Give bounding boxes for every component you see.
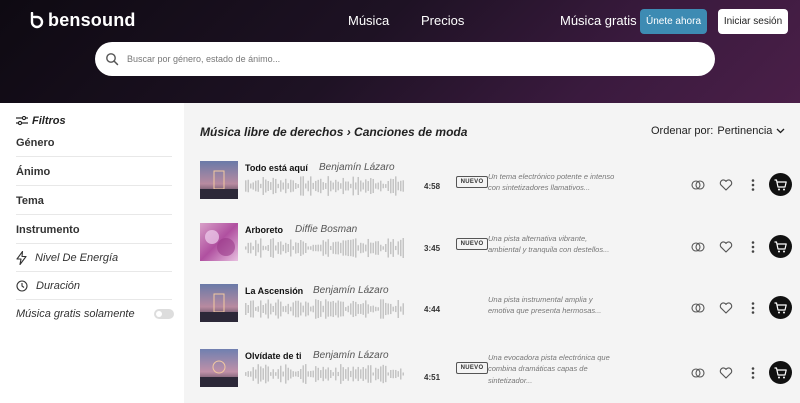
free-only-label: Música gratis solamente	[16, 308, 135, 320]
track-artist[interactable]: Benjamín Lázaro	[313, 285, 389, 296]
similar-icon[interactable]	[691, 178, 705, 192]
waveform[interactable]	[245, 298, 405, 320]
filter-sidebar: Filtros Género Ánimo Tema Instrumento Ni…	[0, 103, 184, 403]
search-input[interactable]	[127, 54, 687, 64]
similar-icon[interactable]	[691, 366, 705, 380]
chevron-down-icon	[776, 128, 785, 134]
nav-pricing[interactable]: Precios	[421, 13, 464, 28]
filters-heading[interactable]: Filtros	[16, 115, 66, 127]
heart-icon[interactable]	[719, 366, 733, 380]
similar-icon[interactable]	[691, 301, 705, 315]
track-description: Un tema electrónico potente e intenso con…	[488, 172, 615, 193]
filters-label: Filtros	[32, 115, 66, 127]
track-duration: 4:58	[424, 182, 441, 191]
new-badge: NUEVO	[456, 176, 488, 188]
waveform[interactable]	[245, 175, 405, 197]
free-only-toggle[interactable]	[154, 309, 174, 319]
site-header: bensound Música Precios Música gratis Ún…	[0, 0, 800, 103]
track-row[interactable]: Todo está aquí Benjamín Lázaro 4:58 NUEV…	[200, 155, 796, 211]
track-duration: 4:44	[424, 305, 441, 314]
sort-label: Ordenar por:	[651, 125, 714, 137]
track-duration: 4:51	[424, 373, 441, 382]
lightning-icon	[16, 250, 27, 265]
heart-icon[interactable]	[719, 178, 733, 192]
new-badge: NUEVO	[456, 362, 488, 374]
sort-dropdown[interactable]: Ordenar por: Pertinencia	[651, 125, 785, 137]
cart-icon	[774, 240, 787, 252]
filters-icon	[16, 116, 28, 126]
add-to-cart-button[interactable]	[769, 361, 792, 384]
cart-icon	[774, 366, 787, 378]
add-to-cart-button[interactable]	[769, 173, 792, 196]
search-icon	[106, 53, 119, 66]
track-cover[interactable]	[200, 223, 238, 261]
join-button[interactable]: Únete ahora	[640, 9, 707, 34]
track-artist[interactable]: Diffie Bosman	[295, 224, 357, 235]
new-badge: NUEVO	[456, 238, 488, 250]
filter-theme[interactable]: Tema	[16, 187, 172, 215]
track-title[interactable]: La Ascensión	[245, 286, 303, 296]
cart-icon	[774, 178, 787, 190]
heart-icon[interactable]	[719, 240, 733, 254]
track-cover[interactable]	[200, 349, 238, 387]
more-options-icon[interactable]	[746, 178, 760, 192]
brand-name: bensound	[48, 10, 136, 30]
search-bar[interactable]	[95, 42, 715, 76]
filter-duration-label: Duración	[36, 279, 81, 292]
add-to-cart-button[interactable]	[769, 235, 792, 258]
filter-genre[interactable]: Género	[16, 129, 172, 157]
waveform[interactable]	[245, 363, 405, 385]
track-artist[interactable]: Benjamín Lázaro	[319, 162, 395, 173]
filter-duration[interactable]: Duración	[16, 272, 172, 300]
sort-value: Pertinencia	[717, 125, 773, 137]
main-content: Música libre de derechos › Canciones de …	[184, 103, 800, 403]
nav-music[interactable]: Música	[348, 13, 389, 28]
track-title[interactable]: Todo está aquí	[245, 163, 308, 173]
track-description: Una evocadora pista electrónica que combi…	[488, 353, 610, 385]
track-cover[interactable]	[200, 284, 238, 322]
similar-icon[interactable]	[691, 240, 705, 254]
track-description: Una pista instrumental amplia y emotiva q…	[488, 295, 602, 316]
clock-icon	[16, 279, 28, 292]
track-row[interactable]: Olvídate de ti Benjamín Lázaro 4:51 NUEV…	[200, 343, 796, 399]
login-button[interactable]: Iniciar sesión	[718, 9, 788, 34]
cart-icon	[774, 301, 787, 313]
add-to-cart-button[interactable]	[769, 296, 792, 319]
track-duration: 3:45	[424, 244, 441, 253]
breadcrumb: Música libre de derechos › Canciones de …	[200, 125, 468, 139]
track-cover[interactable]	[200, 161, 238, 199]
nav-free-music[interactable]: Música gratis	[560, 13, 637, 28]
waveform[interactable]	[245, 237, 405, 259]
bensound-logo-icon	[28, 11, 44, 30]
free-only-row: Música gratis solamente	[16, 300, 174, 328]
track-row[interactable]: La Ascensión Benjamín Lázaro 4:44 Una pi…	[200, 278, 796, 334]
more-options-icon[interactable]	[746, 366, 760, 380]
filter-energy-label: Nivel De Energía	[35, 251, 119, 264]
heart-icon[interactable]	[719, 301, 733, 315]
brand-logo[interactable]: bensound	[28, 10, 136, 31]
more-options-icon[interactable]	[746, 240, 760, 254]
track-title[interactable]: Arboreto	[245, 225, 283, 235]
track-row[interactable]: Arboreto Diffie Bosman 3:45 NUEVO Una pi…	[200, 217, 796, 273]
track-artist[interactable]: Benjamín Lázaro	[313, 350, 389, 361]
track-description: Una pista alternativa vibrante, ambiental…	[488, 234, 610, 255]
more-options-icon[interactable]	[746, 301, 760, 315]
track-title[interactable]: Olvídate de ti	[245, 351, 302, 361]
filter-instrument[interactable]: Instrumento	[16, 216, 172, 244]
filter-mood[interactable]: Ánimo	[16, 158, 172, 186]
filter-energy[interactable]: Nivel De Energía	[16, 244, 172, 272]
